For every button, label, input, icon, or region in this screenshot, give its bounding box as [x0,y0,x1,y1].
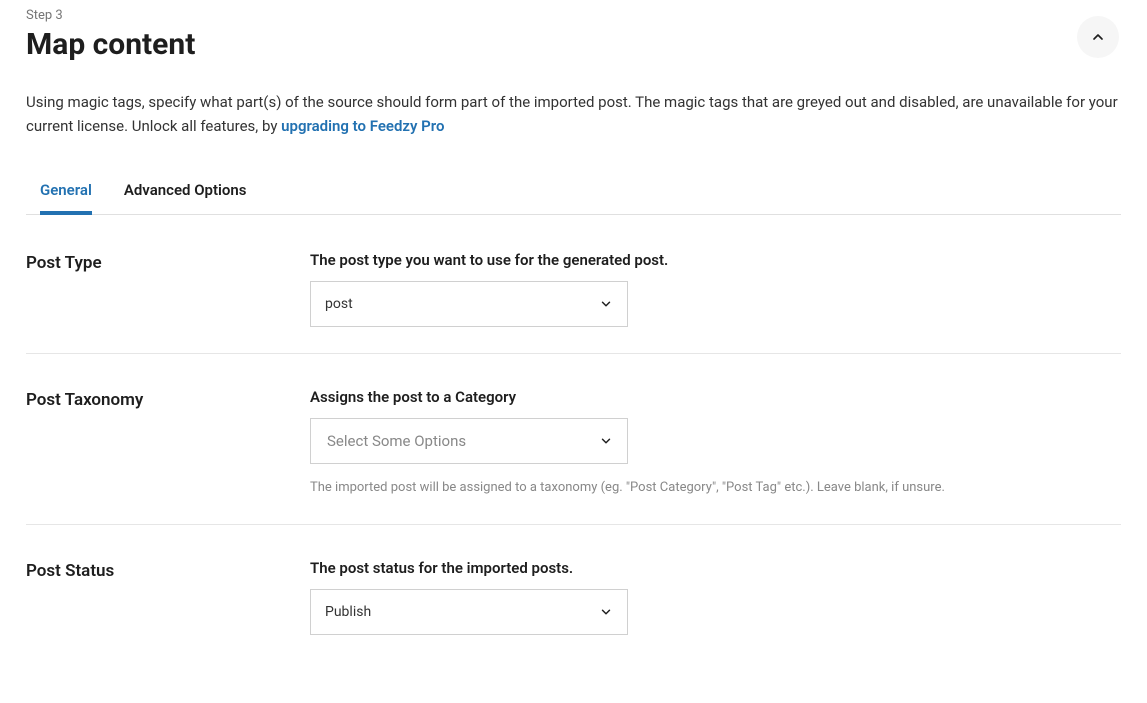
field-post-taxonomy: Post Taxonomy Assigns the post to a Cate… [26,376,1121,525]
tab-general[interactable]: General [40,169,92,215]
post-taxonomy-placeholder: Select Some Options [327,432,466,450]
chevron-down-icon [599,434,613,448]
collapse-button[interactable] [1077,16,1119,58]
post-type-value: post [325,296,353,312]
chevron-down-icon [599,297,613,311]
chevron-down-icon [599,605,613,619]
post-taxonomy-select[interactable]: Select Some Options [310,418,628,464]
post-status-description: The post status for the imported posts. [310,559,1121,577]
upgrade-link[interactable]: upgrading to Feedzy Pro [281,117,444,135]
post-status-label: Post Status [26,559,310,581]
step-label: Step 3 [26,8,1121,23]
post-type-select[interactable]: post [310,281,628,327]
post-taxonomy-label: Post Taxonomy [26,388,310,410]
page-title: Map content [26,27,1121,62]
field-post-type: Post Type The post type you want to use … [26,239,1121,354]
description: Using magic tags, specify what part(s) o… [26,90,1121,138]
post-status-value: Publish [325,604,371,620]
tab-advanced-options[interactable]: Advanced Options [124,169,247,215]
post-type-label: Post Type [26,251,310,273]
description-text: Using magic tags, specify what part(s) o… [26,93,1118,135]
field-post-status: Post Status The post status for the impo… [26,547,1121,661]
post-taxonomy-hint: The imported post will be assigned to a … [310,478,1121,498]
post-type-description: The post type you want to use for the ge… [310,251,1121,269]
post-taxonomy-description: Assigns the post to a Category [310,388,1121,406]
chevron-up-icon [1090,29,1106,45]
tabs: General Advanced Options [26,168,1121,215]
post-status-select[interactable]: Publish [310,589,628,635]
